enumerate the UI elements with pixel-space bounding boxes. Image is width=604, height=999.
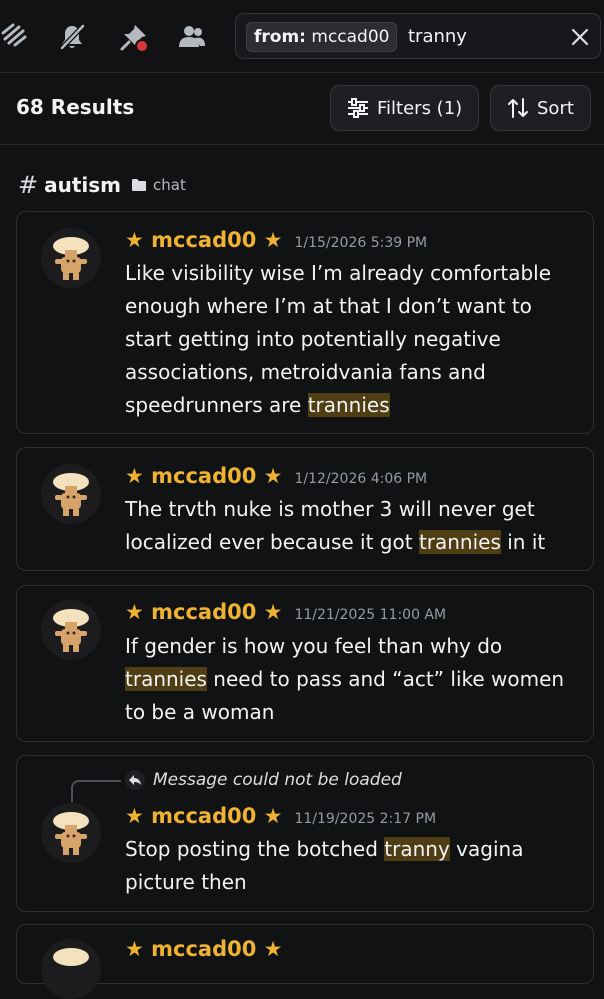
channel-category: chat [131,176,186,194]
text-before: Stop posting the botched [125,837,385,861]
message-content: Stop posting the botched tranny vagina p… [125,833,575,899]
author-name[interactable]: ★ mccad00 ★ [125,600,282,624]
avatar[interactable] [41,464,101,524]
filters-button[interactable]: Filters (1) [330,85,480,131]
search-result-card[interactable]: ★ mccad00 ★ 1/15/2026 5:39 PM Like visib… [16,211,594,434]
results-header: 68 Results Filters (1) Sort [0,73,604,145]
search-highlight: tranny [384,837,450,861]
members-icon[interactable] [177,22,207,52]
channel-name: autism [44,173,122,197]
message-meta: ★ mccad00 ★ [125,937,282,961]
reply-spine [71,780,121,802]
sliders-icon [348,98,368,118]
folder-icon [132,179,147,191]
search-result-card[interactable]: Message could not be loaded ★ mccad00 ★ … [16,755,594,912]
search-filter-chip[interactable]: from: mccad00 [246,22,398,52]
pin-icon[interactable] [119,22,149,52]
search-highlight: trannies [418,530,501,554]
avatar[interactable] [41,228,101,288]
search-result-card[interactable]: ★ mccad00 ★ 11/21/2025 11:00 AM If gende… [16,585,594,742]
text-after: in it [500,530,546,554]
text-before: If gender is how you feel than why do [125,634,503,658]
search-highlight: trannies [307,393,390,417]
message-meta: ★ mccad00 ★ 1/12/2026 4:06 PM [125,464,427,488]
timestamp: 11/19/2025 2:17 PM [294,811,437,827]
avatar[interactable] [41,939,101,999]
sort-label: Sort [537,97,574,119]
author-name[interactable]: ★ mccad00 ★ [125,228,282,252]
search-result-card[interactable]: ★ mccad00 ★ 1/12/2026 4:06 PM The trvth … [16,447,594,571]
filters-label: Filters (1) [377,97,463,119]
message-content: The trvth nuke is mother 3 will never ge… [125,493,575,559]
timestamp: 1/12/2026 4:06 PM [294,471,428,487]
search-query[interactable]: tranny [408,24,467,50]
search-box[interactable]: from: mccad00 tranny [235,13,601,59]
reply-text: Message could not be loaded [153,770,402,790]
author-name[interactable]: ★ mccad00 ★ [125,464,282,488]
close-icon[interactable] [568,25,592,49]
message-meta: ★ mccad00 ★ 11/19/2025 2:17 PM [125,804,436,828]
channel-heading[interactable]: # autism chat [18,171,186,199]
threads-icon[interactable] [0,22,30,52]
message-content: If gender is how you feel than why do tr… [125,630,575,729]
sort-arrows-icon [508,98,528,118]
reply-icon [125,770,145,790]
timestamp: 1/15/2026 5:39 PM [294,235,428,251]
author-name[interactable]: ★ mccad00 ★ [125,804,282,828]
avatar[interactable] [41,600,101,660]
sort-button[interactable]: Sort [490,85,591,131]
chip-value: mccad00 [311,27,390,47]
results-count: 68 Results [16,95,135,119]
search-highlight: trannies [125,667,207,691]
category-label: chat [153,176,186,194]
top-toolbar: from: mccad00 tranny [0,0,604,73]
message-content: Like visibility wise I’m already comfort… [125,257,575,422]
hash-icon: # [18,171,39,199]
chip-key: from: [254,27,306,47]
bell-muted-icon[interactable] [57,22,87,52]
message-meta: ★ mccad00 ★ 11/21/2025 11:00 AM [125,600,446,624]
author-name[interactable]: ★ mccad00 ★ [125,937,282,961]
avatar[interactable] [41,803,101,863]
reply-reference[interactable]: Message could not be loaded [125,770,402,790]
search-result-card[interactable]: ★ mccad00 ★ [16,924,594,999]
message-meta: ★ mccad00 ★ 1/15/2026 5:39 PM [125,228,427,252]
timestamp: 11/21/2025 11:00 AM [294,607,447,623]
